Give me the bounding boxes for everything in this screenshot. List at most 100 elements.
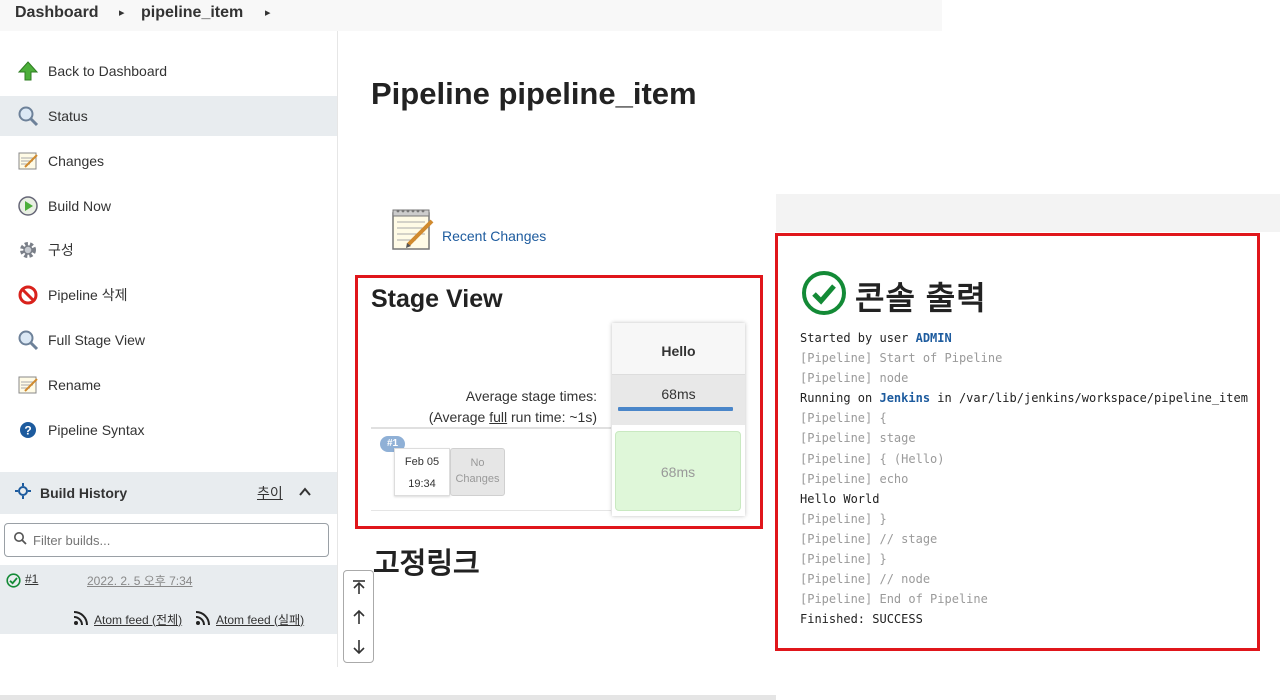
notepad-icon xyxy=(390,207,436,258)
sidebar-item-label: Build Now xyxy=(48,198,112,214)
console-text: [Pipeline] echo xyxy=(800,471,909,486)
run-time: 19:34 xyxy=(408,478,436,490)
search-icon xyxy=(13,531,27,550)
atom-feed-all-label: Atom feed (전체) xyxy=(94,612,183,627)
console-text: [Pipeline] stage xyxy=(800,431,916,446)
avg-full-prefix: (Average xyxy=(428,409,490,425)
sidebar-item-label: Full Stage View xyxy=(48,332,146,348)
console-text: Hello World xyxy=(800,491,880,506)
no-changes-line-1: No xyxy=(470,457,485,469)
sidebar: Back to Dashboard Status Changes Build N… xyxy=(0,49,337,666)
sidebar-item-changes[interactable]: Changes xyxy=(0,141,337,181)
console-text: Started by user xyxy=(800,331,916,345)
console-line: [Pipeline] End of Pipeline xyxy=(800,589,1248,609)
console-line: [Pipeline] echo xyxy=(800,469,1248,489)
sidebar-item-back-to-dashboard[interactable]: Back to Dashboard xyxy=(0,51,337,91)
scroll-controls xyxy=(343,570,374,663)
sidebar-item-label: 구성 xyxy=(48,242,74,258)
scroll-up-button[interactable] xyxy=(344,602,373,632)
atom-feed-failed-label: Atom feed (실패) xyxy=(216,612,305,627)
console-text: [Pipeline] } xyxy=(800,511,887,526)
breadcrumb-separator-icon[interactable]: ▸ xyxy=(265,6,271,19)
scroll-down-button[interactable] xyxy=(344,632,373,662)
console-line: [Pipeline] // stage xyxy=(800,529,1248,549)
page-title: Pipeline pipeline_item xyxy=(371,76,697,111)
sidebar-item-label: Status xyxy=(48,108,88,124)
stage-view-title: Stage View xyxy=(371,285,503,313)
notepad-icon xyxy=(16,373,40,397)
console-text: [Pipeline] End of Pipeline xyxy=(800,592,988,607)
collapse-caret-icon[interactable] xyxy=(298,485,312,504)
up-arrow-icon xyxy=(16,59,40,83)
console-text: Finished: SUCCESS xyxy=(800,612,923,627)
average-times-label: Average stage times: (Average full run t… xyxy=(429,386,597,428)
footer-divider xyxy=(0,695,776,700)
rss-icon xyxy=(195,609,212,629)
scroll-top-icon xyxy=(352,580,365,594)
no-changes-box: No Changes xyxy=(450,448,505,496)
sidebar-divider xyxy=(337,31,338,667)
average-stage-times: Average stage times: xyxy=(465,388,597,404)
sidebar-item-pipeline-syntax[interactable]: ? Pipeline Syntax xyxy=(0,410,337,450)
filter-builds-field[interactable] xyxy=(4,523,329,557)
sidebar-item-delete-pipeline[interactable]: Pipeline 삭제 xyxy=(0,275,337,315)
build-date-link[interactable]: 2022. 2. 5 오후 7:34 xyxy=(87,572,192,589)
sidebar-item-rename[interactable]: Rename xyxy=(0,365,337,405)
console-text: [Pipeline] // stage xyxy=(800,531,938,546)
gear-icon xyxy=(16,238,40,262)
filter-builds-input[interactable] xyxy=(33,532,313,548)
console-line: [Pipeline] { xyxy=(800,408,1248,428)
notepad-icon xyxy=(16,149,40,173)
build-history-icon xyxy=(14,482,32,505)
stage-average-progress-bar xyxy=(618,407,733,411)
console-output: Started by user ADMIN [Pipeline] Start of… xyxy=(800,328,1248,629)
rss-icon xyxy=(73,609,90,629)
svg-text:?: ? xyxy=(24,424,31,438)
console-title: 콘솔 출력 xyxy=(855,279,987,316)
avg-full-link[interactable]: full xyxy=(489,409,507,425)
success-check-icon xyxy=(6,573,21,593)
sidebar-item-label: Rename xyxy=(48,377,101,393)
arrow-down-icon xyxy=(352,640,365,655)
build-history-row: #1 2022. 2. 5 오후 7:34 Atom feed (전체) Ato… xyxy=(0,565,337,634)
console-text: [Pipeline] { (Hello) xyxy=(800,451,945,466)
console-line: Hello World xyxy=(800,489,1248,509)
sidebar-item-full-stage-view[interactable]: Full Stage View xyxy=(0,320,337,360)
console-text: [Pipeline] // node xyxy=(800,572,931,587)
sidebar-item-label: Changes xyxy=(48,153,105,169)
build-number-link[interactable]: #1 xyxy=(25,572,38,586)
recent-changes-link[interactable]: Recent Changes xyxy=(390,207,546,258)
run-date-card[interactable]: Feb 05 19:34 xyxy=(394,448,450,496)
console-panel-header-strip xyxy=(776,194,1280,232)
search-icon xyxy=(16,328,40,352)
console-text: Running on xyxy=(800,391,880,406)
stage-result-cell[interactable]: 68ms xyxy=(615,431,741,511)
console-line: Finished: SUCCESS xyxy=(800,609,1248,629)
console-line: Running on Jenkins in /var/lib/jenkins/w… xyxy=(800,388,1248,408)
build-history-trend-link[interactable]: 추이 xyxy=(257,483,283,503)
search-icon xyxy=(16,104,40,128)
scroll-to-top-button[interactable] xyxy=(344,572,373,602)
recent-changes-label: Recent Changes xyxy=(442,227,547,244)
run-date: Feb 05 xyxy=(404,456,440,468)
atom-feed-failed-link[interactable]: Atom feed (실패) xyxy=(195,609,304,629)
console-line: [Pipeline] // node xyxy=(800,569,1248,589)
sidebar-item-build-now[interactable]: Build Now xyxy=(0,186,337,226)
atom-feed-all-link[interactable]: Atom feed (전체) xyxy=(73,609,182,629)
sidebar-item-configure[interactable]: 구성 xyxy=(0,230,337,270)
breadcrumb-job[interactable]: pipeline_item xyxy=(141,4,243,22)
avg-full-suffix: run time: ~1s) xyxy=(507,409,597,425)
stage-column-hello: Hello 68ms 68ms xyxy=(612,323,745,516)
stage-average-time: 68ms xyxy=(661,386,696,402)
console-line: [Pipeline] { (Hello) xyxy=(800,449,1248,469)
sidebar-item-status[interactable]: Status xyxy=(0,96,337,136)
console-link[interactable]: Jenkins xyxy=(879,391,930,405)
permalinks-title: 고정링크 xyxy=(373,548,480,580)
console-text: [Pipeline] { xyxy=(800,411,887,426)
sidebar-item-label: Pipeline 삭제 xyxy=(48,287,128,303)
breadcrumb-separator-icon[interactable]: ▸ xyxy=(119,6,125,19)
stage-header: Hello xyxy=(612,323,745,375)
breadcrumb-dashboard[interactable]: Dashboard xyxy=(15,4,99,22)
console-line: [Pipeline] } xyxy=(800,509,1248,529)
console-link[interactable]: ADMIN xyxy=(916,331,952,345)
